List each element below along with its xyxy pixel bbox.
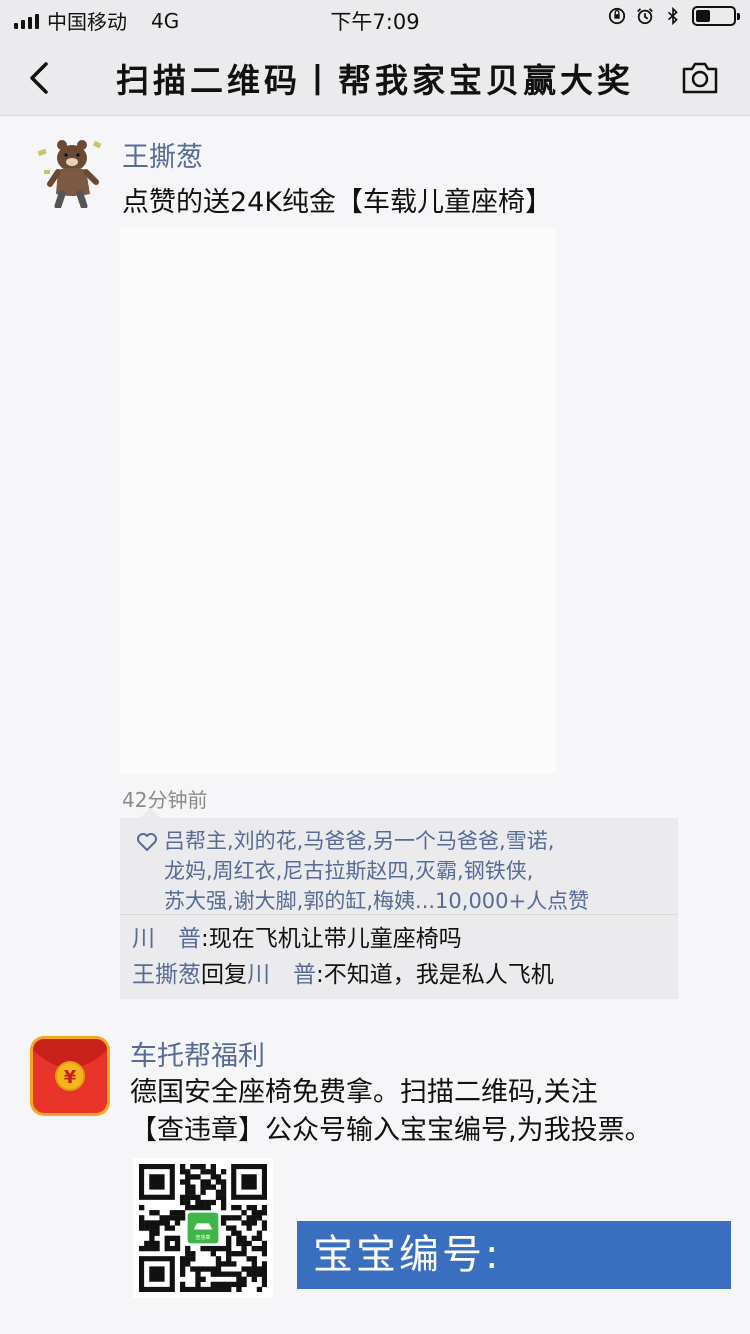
red-packet-icon[interactable]: ¥	[28, 1034, 112, 1118]
heart-icon	[137, 833, 157, 851]
qr-logo-label: 查违章	[195, 1234, 210, 1241]
likes-list: 吕帮主,刘的花,马爸爸,另一个马爸爸,雪诺, 龙妈,周红衣,尼古拉斯赵四,灭霸,…	[120, 818, 678, 914]
nav-bar: 扫描二维码丨帮我家宝贝赢大奖	[0, 40, 750, 116]
rotation-lock-icon	[608, 7, 626, 25]
avatar[interactable]	[36, 136, 108, 208]
qr-finder-pattern	[149, 1174, 165, 1190]
status-bar: 中国移动 4G 下午7:09	[0, 0, 750, 40]
post-text: 德国安全座椅免费拿。扫描二维码,关注 【查违章】公众号输入宝宝编号,为我投票。	[130, 1074, 740, 1150]
reply-to-author[interactable]: 川 普	[247, 962, 316, 988]
post-timestamp: 42分钟前	[122, 788, 208, 812]
post-author[interactable]: 王撕葱	[122, 135, 203, 174]
post-text: 点赞的送24K纯金【车载儿童座椅】	[122, 187, 553, 218]
likes-line[interactable]: 龙妈,周红衣,尼古拉斯赵四,灭霸,钢铁侠,	[164, 856, 666, 886]
baby-number-banner: 宝宝编号:	[297, 1221, 731, 1289]
post-image[interactable]	[120, 228, 556, 774]
comment-separator: :	[201, 926, 209, 952]
comment-item[interactable]: 川 普:现在飞机让带儿童座椅吗	[132, 921, 666, 957]
post-text-line: 德国安全座椅免费拿。扫描二维码,关注	[130, 1077, 598, 1108]
status-right	[608, 6, 740, 26]
comment-text: 不知道，我是私人飞机	[323, 962, 554, 988]
qr-code[interactable]: 查违章	[133, 1158, 273, 1298]
camera-icon[interactable]	[680, 60, 720, 96]
qr-finder-pattern	[149, 1266, 165, 1282]
comment-box: 吕帮主,刘的花,马爸爸,另一个马爸爸,雪诺, 龙妈,周红衣,尼古拉斯赵四,灭霸,…	[120, 808, 678, 999]
comment-item[interactable]: 王撕葱回复川 普:不知道，我是私人飞机	[132, 957, 666, 993]
comment-author[interactable]: 川 普	[132, 926, 201, 952]
battery-icon	[692, 6, 740, 26]
comment-separator: :	[316, 962, 324, 988]
svg-text:¥: ¥	[64, 1067, 77, 1088]
qr-code-graphic: 查违章	[139, 1164, 267, 1292]
likes-line[interactable]: 吕帮主,刘的花,马爸爸,另一个马爸爸,雪诺,	[164, 826, 666, 856]
page-title: 扫描二维码丨帮我家宝贝赢大奖	[116, 61, 634, 100]
reply-word: 回复	[201, 962, 247, 988]
alarm-icon	[637, 8, 653, 25]
comment-text: 现在飞机让带儿童座椅吗	[208, 926, 462, 952]
comments-list: 川 普:现在飞机让带儿童座椅吗 王撕葱回复川 普:不知道，我是私人飞机	[120, 914, 678, 999]
car-icon	[193, 1223, 213, 1230]
battery-level	[696, 10, 711, 22]
post-author[interactable]: 车托帮福利	[130, 1034, 265, 1073]
comment-author[interactable]: 王撕葱	[132, 962, 201, 988]
likes-line[interactable]: 苏大强,谢大脚,郭的缸,梅姨...10,000+人点赞	[164, 886, 666, 916]
bluetooth-icon	[667, 7, 678, 25]
post-text-line: 【查违章】公众号输入宝宝编号,为我投票。	[130, 1115, 652, 1146]
qr-finder-pattern	[241, 1174, 257, 1190]
chevron-left-icon[interactable]	[22, 58, 56, 98]
